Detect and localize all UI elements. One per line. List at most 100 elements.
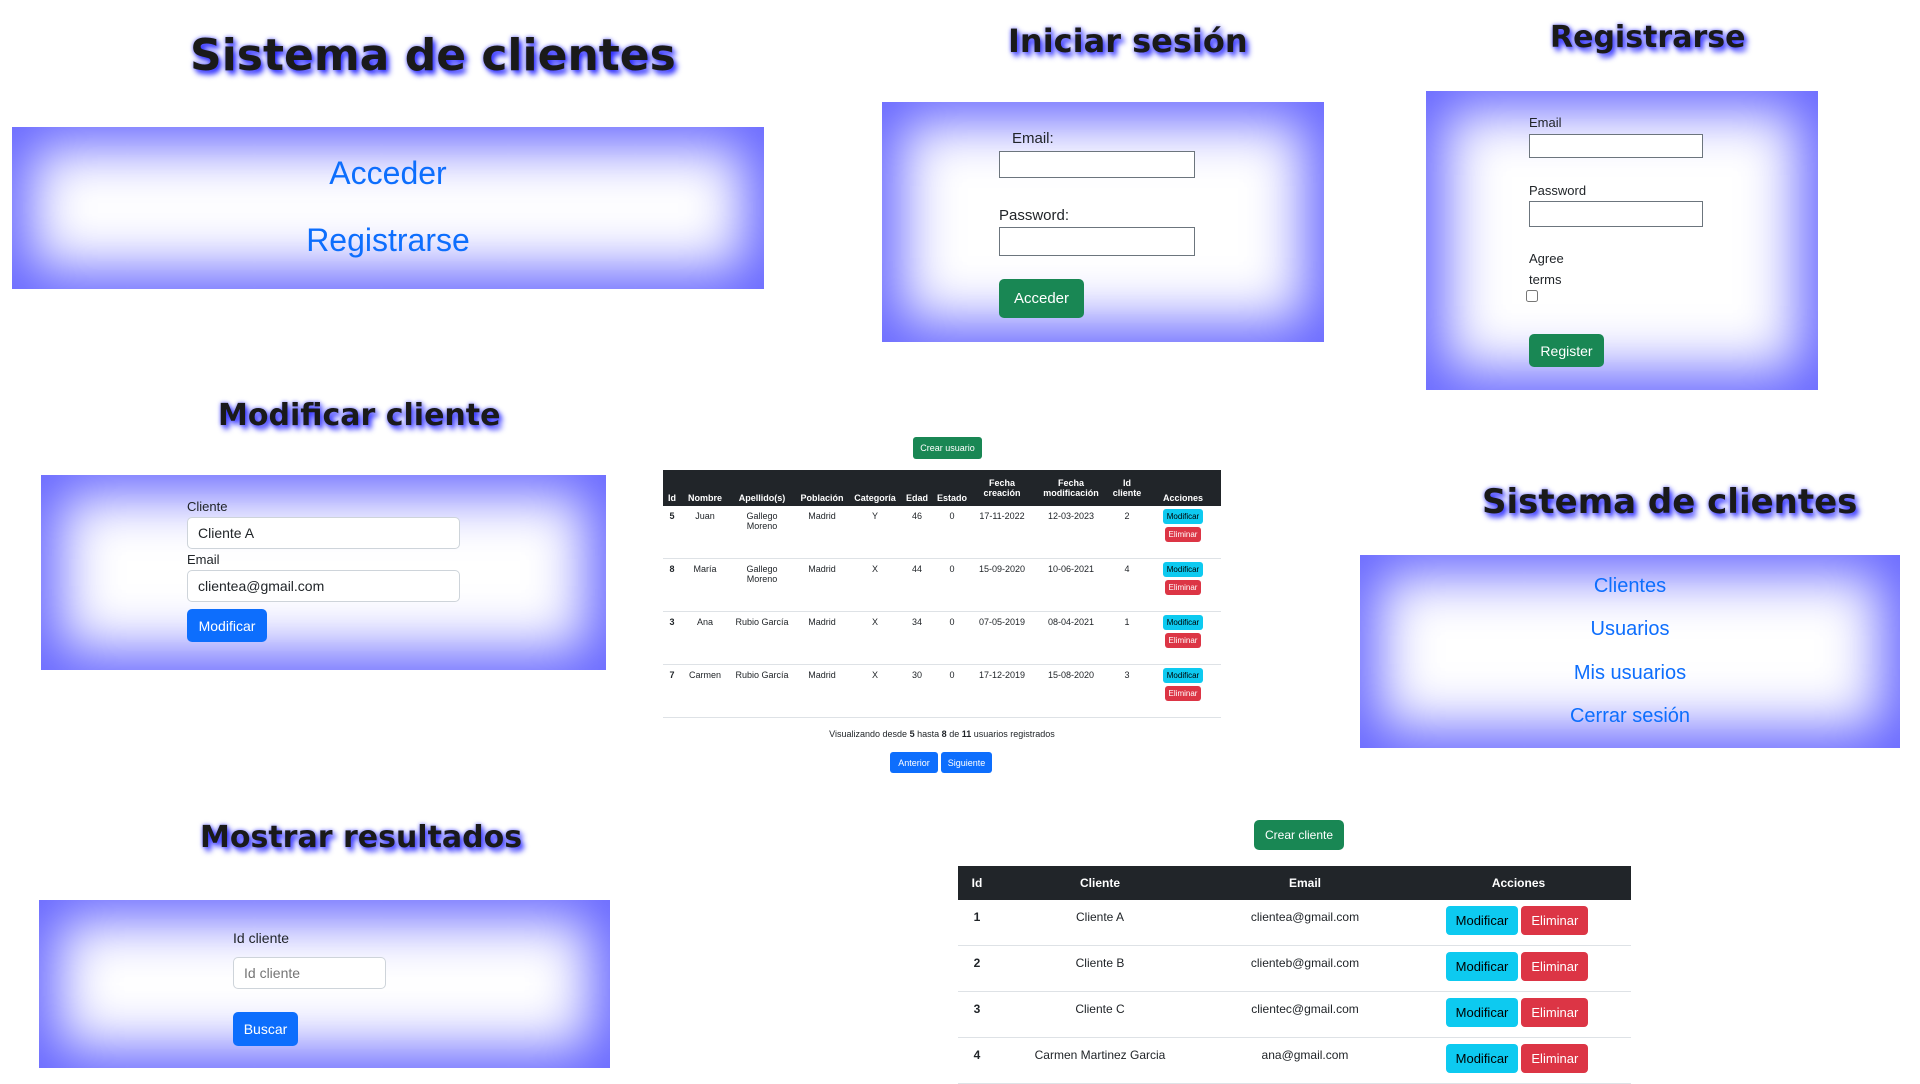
pagination-summary: Visualizando desde 5 hasta 8 de 11 usuar… bbox=[663, 729, 1221, 739]
pagination-prefix: Visualizando desde bbox=[829, 729, 908, 739]
cell-cliente: Cliente B bbox=[996, 945, 1204, 992]
delete-client-button[interactable]: Eliminar bbox=[1521, 952, 1589, 981]
users-table-header: Id Nombre Apellido(s) Población Categorí… bbox=[663, 470, 1221, 506]
modify-client-button[interactable]: Modificar bbox=[1445, 1044, 1519, 1073]
cell-id: 8 bbox=[663, 558, 681, 612]
cell-fecha-modificacion: 12-03-2023 bbox=[1033, 506, 1109, 559]
register-submit-button[interactable]: Register bbox=[1529, 334, 1604, 367]
cell-acciones: Modificar Eliminar bbox=[1406, 945, 1631, 992]
table-row: 8 María Gallego Moreno Madrid X 44 0 15-… bbox=[663, 558, 1221, 612]
menu-title: Sistema de clientes bbox=[1482, 482, 1858, 522]
cell-poblacion: Madrid bbox=[795, 558, 849, 612]
cell-apellidos: Gallego Moreno bbox=[729, 558, 795, 612]
login-email-label: Email: bbox=[1012, 130, 1054, 147]
login-password-input[interactable] bbox=[999, 227, 1195, 256]
modify-client-button[interactable]: Modificar bbox=[1445, 952, 1519, 981]
cell-apellidos: Rubio García bbox=[729, 664, 795, 718]
cell-fecha-modificacion: 08-04-2021 bbox=[1033, 611, 1109, 665]
cell-fecha-modificacion: 15-08-2020 bbox=[1033, 664, 1109, 718]
header-apellidos: Apellido(s) bbox=[729, 470, 795, 506]
delete-client-button[interactable]: Eliminar bbox=[1521, 906, 1589, 935]
menu-mis-usuarios-link[interactable]: Mis usuarios bbox=[1360, 662, 1900, 685]
modify-client-button[interactable]: Modificar bbox=[1445, 906, 1519, 935]
cell-acciones: Modificar Eliminar bbox=[1406, 900, 1631, 946]
menu-clientes-link[interactable]: Clientes bbox=[1360, 575, 1900, 598]
cell-acciones: Modificar Eliminar bbox=[1406, 1037, 1631, 1084]
search-panel: Id cliente Buscar bbox=[39, 900, 610, 1068]
delete-client-button[interactable]: Eliminar bbox=[1521, 998, 1589, 1027]
register-password-input[interactable] bbox=[1529, 201, 1703, 227]
pagination-prev-button[interactable]: Anterior bbox=[890, 752, 938, 773]
header-acciones: Acciones bbox=[1406, 866, 1631, 900]
modify-user-button[interactable]: Modificar bbox=[1162, 509, 1204, 524]
delete-client-button[interactable]: Eliminar bbox=[1521, 1044, 1589, 1073]
modify-client-button[interactable]: Modificar bbox=[1445, 998, 1519, 1027]
cell-id: 3 bbox=[958, 991, 996, 1038]
login-submit-button[interactable]: Acceder bbox=[999, 279, 1084, 318]
register-email-input[interactable] bbox=[1529, 134, 1703, 158]
acceder-link[interactable]: Acceder bbox=[12, 155, 764, 192]
cell-estado: 0 bbox=[933, 506, 971, 559]
login-title: Iniciar sesión bbox=[1008, 22, 1248, 60]
modify-client-input[interactable]: Cliente A bbox=[187, 517, 460, 549]
cell-id: 4 bbox=[958, 1037, 996, 1084]
cell-acciones: Modificar Eliminar bbox=[1145, 664, 1221, 718]
login-email-input[interactable] bbox=[999, 151, 1195, 178]
pagination-of-word: de bbox=[949, 729, 960, 739]
table-row: 2 Cliente B clienteb@gmail.com Modificar… bbox=[958, 945, 1631, 992]
cell-id: 7 bbox=[663, 664, 681, 718]
cell-acciones: Modificar Eliminar bbox=[1145, 558, 1221, 612]
delete-user-button[interactable]: Eliminar bbox=[1164, 633, 1202, 648]
crear-cliente-button[interactable]: Crear cliente bbox=[1254, 820, 1344, 850]
register-panel: Email Password Agree terms Register bbox=[1426, 91, 1818, 390]
home-panel: Acceder Registrarse bbox=[12, 127, 764, 289]
login-panel: Email: Password: Acceder bbox=[882, 102, 1324, 342]
modify-email-input[interactable]: clientea@gmail.com bbox=[187, 570, 460, 602]
cell-cliente: Cliente C bbox=[996, 991, 1204, 1038]
table-row: 5 Juan Gallego Moreno Madrid Y 46 0 17-1… bbox=[663, 506, 1221, 559]
modify-user-button[interactable]: Modificar bbox=[1162, 668, 1204, 683]
modify-panel: Cliente Cliente A Email clientea@gmail.c… bbox=[41, 475, 606, 670]
pagination-next-button[interactable]: Siguiente bbox=[941, 752, 992, 773]
search-id-input[interactable] bbox=[233, 957, 386, 989]
agree-label: Agree bbox=[1529, 251, 1564, 266]
table-row: 1 Cliente A clientea@gmail.com Modificar… bbox=[958, 900, 1631, 946]
table-row: 4 Carmen Martinez Garcia ana@gmail.com M… bbox=[958, 1037, 1631, 1084]
crear-usuario-button[interactable]: Crear usuario bbox=[913, 437, 982, 459]
cell-id-cliente: 2 bbox=[1109, 506, 1145, 559]
cell-acciones: Modificar Eliminar bbox=[1145, 611, 1221, 665]
header-id: Id bbox=[958, 866, 996, 900]
cell-email: clienteb@gmail.com bbox=[1204, 945, 1406, 992]
delete-user-button[interactable]: Eliminar bbox=[1164, 686, 1202, 701]
header-categoria: Categoría bbox=[849, 470, 901, 506]
cell-id-cliente: 4 bbox=[1109, 558, 1145, 612]
cell-estado: 0 bbox=[933, 558, 971, 612]
menu-cerrar-sesion-link[interactable]: Cerrar sesión bbox=[1360, 705, 1900, 728]
menu-usuarios-link[interactable]: Usuarios bbox=[1360, 618, 1900, 641]
modify-submit-button[interactable]: Modificar bbox=[187, 609, 267, 642]
header-nombre: Nombre bbox=[681, 470, 729, 506]
agree-terms-checkbox[interactable] bbox=[1526, 290, 1538, 302]
search-submit-button[interactable]: Buscar bbox=[233, 1012, 298, 1046]
modify-email-label: Email bbox=[187, 552, 220, 567]
cell-categoria: X bbox=[849, 558, 901, 612]
delete-user-button[interactable]: Eliminar bbox=[1164, 580, 1202, 595]
cell-categoria: X bbox=[849, 664, 901, 718]
registrarse-link[interactable]: Registrarse bbox=[12, 222, 764, 259]
table-row: 7 Carmen Rubio García Madrid X 30 0 17-1… bbox=[663, 664, 1221, 718]
modify-user-button[interactable]: Modificar bbox=[1162, 562, 1204, 577]
modify-client-label: Cliente bbox=[187, 499, 228, 514]
cell-fecha-creacion: 17-11-2022 bbox=[971, 506, 1033, 559]
cell-fecha-creacion: 15-09-2020 bbox=[971, 558, 1033, 612]
pagination-to: 8 bbox=[941, 729, 947, 739]
clients-table-header: Id Cliente Email Acciones bbox=[958, 866, 1631, 900]
header-edad: Edad bbox=[901, 470, 933, 506]
cell-poblacion: Madrid bbox=[795, 506, 849, 559]
modify-title: Modificar cliente bbox=[218, 398, 501, 433]
delete-user-button[interactable]: Eliminar bbox=[1164, 527, 1202, 542]
modify-user-button[interactable]: Modificar bbox=[1162, 615, 1204, 630]
home-title: Sistema de clientes bbox=[190, 30, 676, 81]
header-acciones: Acciones bbox=[1145, 470, 1221, 506]
cell-edad: 46 bbox=[901, 506, 933, 559]
register-password-label: Password bbox=[1529, 183, 1587, 198]
